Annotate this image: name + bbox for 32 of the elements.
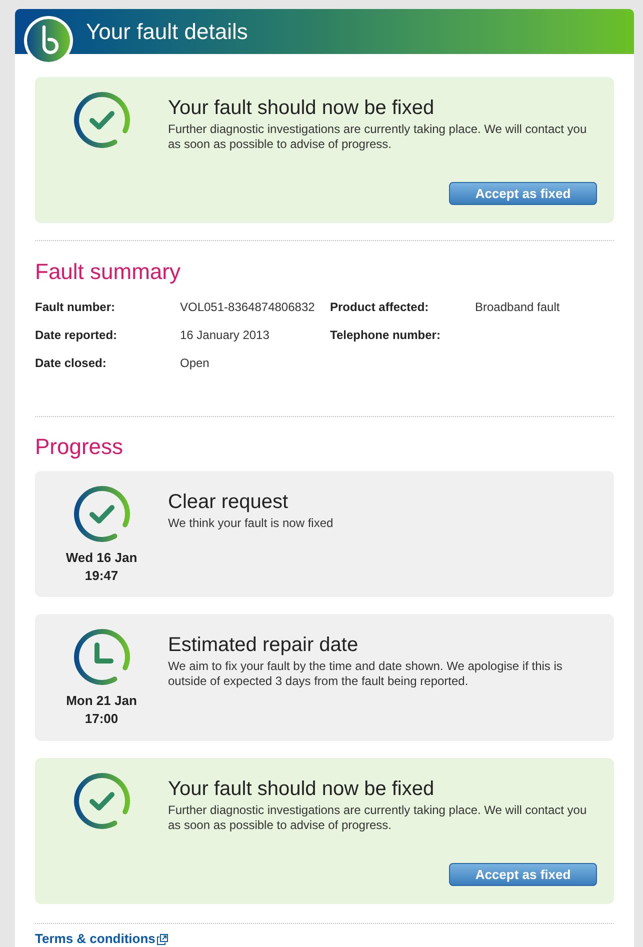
section-heading: Progress xyxy=(35,433,124,461)
terms-link[interactable]: Terms & conditions xyxy=(35,931,168,947)
field-label: Telephone number: xyxy=(330,327,442,343)
event-time: 19:47 xyxy=(84,567,118,585)
card-description: Further diagnostic investigations are currently taking place. We will contact you as soon as possible to advise of progress. xyxy=(168,803,588,833)
field-label: Date reported: xyxy=(35,327,118,343)
card-title: Your fault should now be fixed xyxy=(168,777,436,801)
field-value: Broadband fault xyxy=(475,299,561,315)
event-time: 17:00 xyxy=(84,710,118,728)
card-title: Estimated repair date xyxy=(168,633,360,657)
card-title: Clear request xyxy=(168,490,290,514)
event-date: Mon 21 Jan xyxy=(66,692,137,710)
check-circle-icon xyxy=(72,485,130,543)
page-title: Your fault details xyxy=(86,18,248,46)
field-label: Product affected: xyxy=(330,299,430,315)
accept-button[interactable]: Accept as fixed xyxy=(449,863,597,886)
card-description: We aim to fix your fault by the time and date shown. We apologise if this is outside of expected 3 days from the fault being reported. xyxy=(168,659,564,689)
field-value: VOL051-8364874806832 xyxy=(180,299,316,315)
field-value: 16 January 2013 xyxy=(180,327,270,343)
check-circle-icon xyxy=(72,91,130,149)
section-heading: Fault summary xyxy=(35,258,182,286)
event-date: Wed 16 Jan xyxy=(66,549,138,567)
card-description: We think your fault is now fixed xyxy=(168,516,334,531)
card-description: Further diagnostic investigations are currently taking place. We will contact you as soon as possible to advise of progress. xyxy=(168,122,588,152)
field-value: Open xyxy=(180,355,210,371)
accept-button[interactable]: Accept as fixed xyxy=(449,182,597,205)
external-link-icon xyxy=(157,934,168,944)
field-label: Date closed: xyxy=(35,355,108,371)
field-label: Fault number: xyxy=(35,299,116,315)
clock-icon xyxy=(72,628,130,686)
check-circle-icon xyxy=(72,772,130,830)
card-title: Your fault should now be fixed xyxy=(168,96,436,120)
